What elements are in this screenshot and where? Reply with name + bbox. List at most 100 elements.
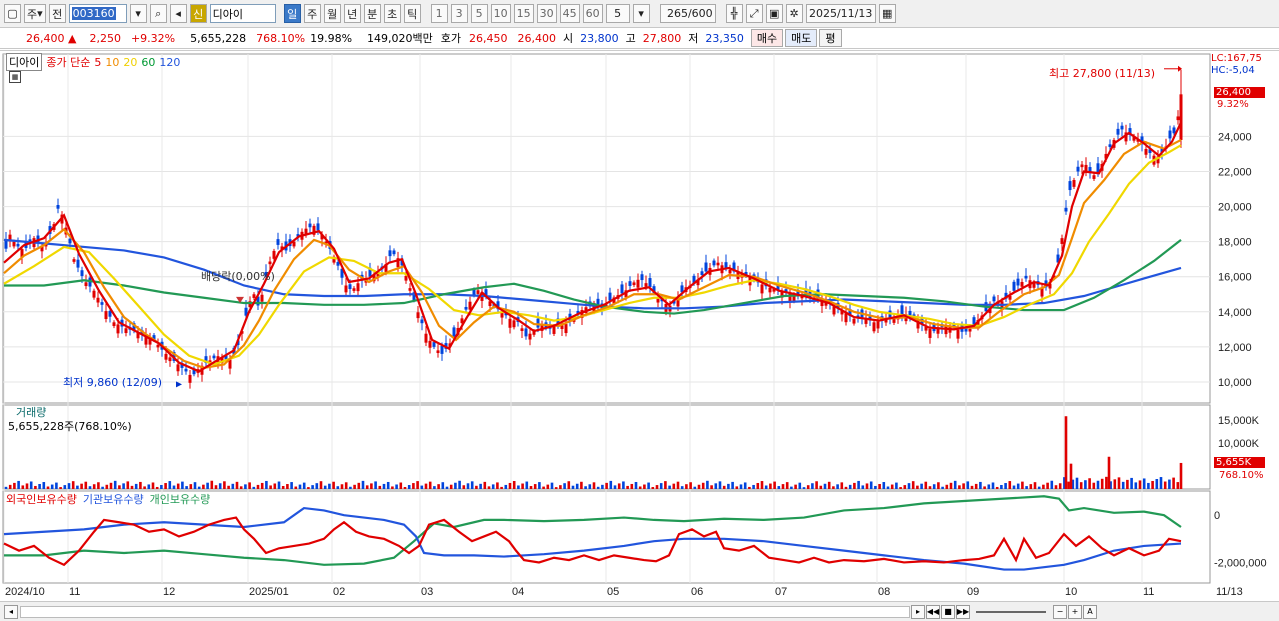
volume-bar xyxy=(38,483,41,489)
scroll-left-icon[interactable]: ◂ xyxy=(4,604,18,619)
period-week-button[interactable]: 주 xyxy=(303,4,321,23)
legend-individual-holdings: 개인보유수량 xyxy=(149,493,211,506)
volume-bar xyxy=(911,481,915,489)
volume-bar xyxy=(743,482,747,489)
volume-bar xyxy=(916,485,919,489)
period-second-button[interactable]: 초 xyxy=(383,4,401,23)
volume-bar xyxy=(958,485,961,489)
stock-code-value: 003160 xyxy=(71,7,116,20)
speaker-icon[interactable]: ◂ xyxy=(169,4,187,23)
interval-5-button[interactable]: 5 xyxy=(470,4,488,23)
volume-bar xyxy=(592,482,596,489)
period-year-button[interactable]: 년 xyxy=(343,4,361,23)
font-icon[interactable]: A xyxy=(1083,604,1097,619)
period-tick-button[interactable]: 틱 xyxy=(403,4,421,23)
volume-bar xyxy=(949,482,953,489)
volume-bar xyxy=(63,485,67,489)
interval-60-button[interactable]: 60 xyxy=(582,4,603,23)
stock-chart[interactable]: 10,000 12,000 14,000 16,000 18,000 20,000 22,0… xyxy=(0,50,1279,601)
volume-bar xyxy=(781,484,785,489)
candle-body xyxy=(1064,207,1068,212)
candle-body xyxy=(440,346,444,354)
market-select[interactable]: 주 ▾ xyxy=(24,4,46,23)
legend-stock-name[interactable]: 디아이 xyxy=(6,53,43,71)
interval-dropdown-icon[interactable]: ▾ xyxy=(632,4,650,23)
x-tick-label: 05 xyxy=(607,586,619,598)
settings-icon[interactable]: ✲ xyxy=(785,4,803,23)
x-tick-label: 2025/01 xyxy=(249,586,289,598)
candle-body xyxy=(428,340,432,348)
search-icon[interactable]: ⌕ xyxy=(149,4,167,23)
candle-body xyxy=(388,250,392,257)
x-last-label: 11/13 xyxy=(1216,586,1243,598)
high-label: 고 xyxy=(625,32,636,45)
buy-button[interactable]: 매수 xyxy=(750,29,784,47)
scroll-right-icon[interactable]: ▸ xyxy=(911,604,925,619)
candle-body xyxy=(564,324,568,334)
stock-code-input[interactable]: 003160 xyxy=(68,4,127,23)
eval-button[interactable]: 평 xyxy=(819,29,842,47)
volume-bar xyxy=(920,483,923,489)
interval-3-button[interactable]: 3 xyxy=(450,4,468,23)
stop-icon[interactable]: ■ xyxy=(941,604,955,619)
legend-ma20: 20 xyxy=(123,55,138,69)
volume-bar xyxy=(269,485,272,489)
horizontal-scrollbar[interactable] xyxy=(20,605,910,618)
draw-tool-icon[interactable]: ⤢ xyxy=(745,4,763,23)
volume-bar xyxy=(479,483,482,489)
speed-slider[interactable] xyxy=(976,610,1046,613)
volume-bar xyxy=(974,483,978,489)
interval-45-button[interactable]: 45 xyxy=(559,4,580,23)
interval-custom-input[interactable]: 5 xyxy=(605,4,630,23)
volume-bar xyxy=(239,486,243,489)
interval-30-button[interactable]: 30 xyxy=(536,4,557,23)
calendar-icon[interactable]: ▦ xyxy=(878,4,896,23)
period-minute-button[interactable]: 분 xyxy=(363,4,381,23)
candle-body xyxy=(704,262,708,272)
volume-bar xyxy=(655,485,659,489)
volume-bar xyxy=(647,482,650,489)
count-input[interactable]: 265/600 xyxy=(659,4,716,23)
calculator-icon[interactable]: ▦ xyxy=(9,71,21,83)
volume-bar xyxy=(1105,476,1108,489)
volume-bar xyxy=(286,484,289,489)
candle-body xyxy=(100,302,104,305)
forward-icon[interactable]: ▶▶ xyxy=(956,604,970,619)
zoom-out-icon[interactable]: − xyxy=(1053,604,1067,619)
candle-body xyxy=(1116,128,1120,135)
interval-10-button[interactable]: 10 xyxy=(490,4,511,23)
zoom-in-icon[interactable]: + xyxy=(1068,604,1082,619)
volume-bar xyxy=(529,486,533,489)
candle-body xyxy=(80,270,84,277)
print-icon[interactable]: ▣ xyxy=(765,4,783,23)
period-day-button[interactable]: 일 xyxy=(283,4,301,23)
candle-body xyxy=(524,328,528,337)
volume-bar xyxy=(613,485,617,489)
chart-type-icon[interactable]: ╬ xyxy=(725,4,743,23)
volume-bar xyxy=(928,486,932,489)
rewind-icon[interactable]: ◀◀ xyxy=(926,604,940,619)
volume-bar xyxy=(710,485,713,489)
chart-window-icon[interactable]: ▢ xyxy=(4,4,21,23)
volume-bar xyxy=(777,486,781,489)
sell-button[interactable]: 매도 xyxy=(785,29,818,47)
volume-bar xyxy=(907,483,911,489)
volume-bar xyxy=(1050,480,1054,489)
period-month-button[interactable]: 월 xyxy=(323,4,341,23)
volume-bar xyxy=(252,486,256,489)
volume-bar xyxy=(491,484,495,489)
volume-bar xyxy=(340,484,344,489)
volume-bar xyxy=(634,481,638,489)
volume-bar xyxy=(202,484,205,489)
volume-bar xyxy=(382,483,386,489)
interval-15-button[interactable]: 15 xyxy=(513,4,534,23)
volume-tag-pct: 768.10% xyxy=(1219,470,1264,481)
ask-label: 호가 xyxy=(440,32,462,45)
volume-bar xyxy=(84,481,88,489)
prev-button[interactable]: 전 xyxy=(48,4,66,23)
date-input[interactable]: 2025/11/13 xyxy=(805,4,876,23)
volume-bar xyxy=(323,485,327,489)
code-dropdown-icon[interactable]: ▾ xyxy=(129,4,147,23)
legend-institution-holdings: 기관보유수량 xyxy=(82,493,144,506)
interval-1-button[interactable]: 1 xyxy=(430,4,448,23)
